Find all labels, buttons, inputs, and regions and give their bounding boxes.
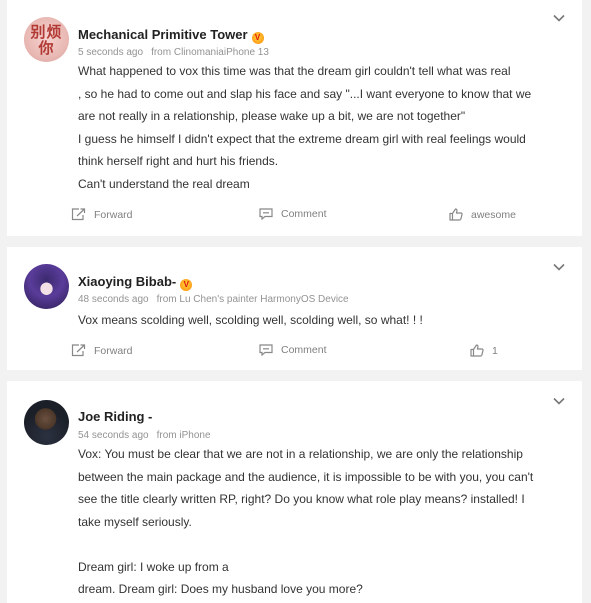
like-button[interactable]: awesome [449,208,516,221]
author-name-text[interactable]: Mechanical Primitive Tower [78,27,248,42]
post-meta: 54 seconds ago from iPhone [78,430,211,441]
avatar-text: 别烦 你 [30,24,62,56]
chevron-down-icon[interactable] [553,14,565,22]
forward-button[interactable]: Forward [71,208,133,221]
avatar-text-line: 别烦 [30,22,63,41]
post-text-line: think herself right and hurt his friends… [78,154,279,168]
like-label: awesome [471,208,516,221]
thumbs-up-icon [470,344,484,357]
post-actions: Forward Comment awesome [7,208,582,228]
vip-badge-icon: V [251,32,264,44]
post-time[interactable]: 5 seconds ago [78,47,143,58]
chevron-down-icon[interactable] [553,397,565,405]
post-card: 别烦 你 Mechanical Primitive Tower V 5 secon… [7,0,582,236]
post-text: What happened to vox this time was that … [78,60,568,195]
post-text-line: Vox: You must be clear that we are not i… [78,447,523,461]
post-text-line: dream. Dream girl: Does my husband love … [78,582,363,596]
weibo-feed: 别烦 你 Mechanical Primitive Tower V 5 secon… [0,0,591,603]
post-card: Joe Riding - 54 seconds ago from iPhone V… [7,381,582,603]
forward-button[interactable]: Forward [71,344,133,357]
forward-icon [71,344,86,357]
post-meta: 48 seconds ago from Lu Chen's painter Har… [78,294,349,305]
post-text-line: What happened to vox this time was that … [78,64,511,78]
post-text-line: Can't understand the real dream [78,176,250,191]
comment-icon [259,344,273,356]
post-actions: Forward Comment 1 [7,344,582,364]
post-text: Vox means scolding well, scolding well, … [78,309,568,332]
post-source: from iPhone [156,430,211,441]
comment-label: Comment [281,208,327,220]
post-text-line: , so he had to come out and slap his fac… [78,86,532,101]
post-card: Xiaoying Bibab- V 48 seconds ago from Lu C… [7,247,582,370]
author-name[interactable]: Joe Riding - [78,409,152,424]
forward-icon [71,208,86,221]
comment-button[interactable]: Comment [259,208,327,220]
author-name[interactable]: Xiaoying Bibab- V [78,274,193,291]
post-text-line: Vox means scolding well, scolding well, … [78,313,423,327]
post-text: Vox: You must be clear that we are not i… [78,443,568,601]
post-text-line: between the main package and the audienc… [78,469,534,484]
avatar-text-line: 你 [38,38,55,57]
thumbs-up-icon [449,208,463,221]
author-name[interactable]: Mechanical Primitive Tower V [78,27,264,44]
avatar[interactable] [24,400,69,445]
post-text-line: see the title clearly written RP, right?… [78,492,525,506]
post-meta: 5 seconds ago from ClinomaniaiPhone 13 [78,47,269,58]
avatar[interactable]: 别烦 你 [24,17,69,62]
post-text-line: are not really in a relationship, please… [78,109,466,123]
chevron-down-icon[interactable] [553,263,565,271]
post-text-line: Dream girl: I woke up from a [78,559,229,574]
post-text-line: I guess he himself I didn't expect that … [78,131,526,146]
author-name-text[interactable]: Joe Riding - [78,409,152,424]
post-time[interactable]: 48 seconds ago [78,294,149,305]
comment-icon [259,208,273,220]
avatar[interactable] [24,264,69,309]
post-text-line: take myself seriously. [78,514,192,529]
like-count: 1 [492,344,498,357]
comment-label: Comment [281,344,327,356]
forward-label: Forward [94,208,133,221]
post-source: from Lu Chen's painter HarmonyOS Device [156,294,349,305]
post-source: from ClinomaniaiPhone 13 [151,47,269,58]
forward-label: Forward [94,344,133,357]
vip-badge-icon: V [180,279,193,291]
post-time[interactable]: 54 seconds ago [78,430,149,441]
like-button[interactable]: 1 [470,344,498,357]
comment-button[interactable]: Comment [259,344,327,356]
author-name-text[interactable]: Xiaoying Bibab- [78,274,176,289]
